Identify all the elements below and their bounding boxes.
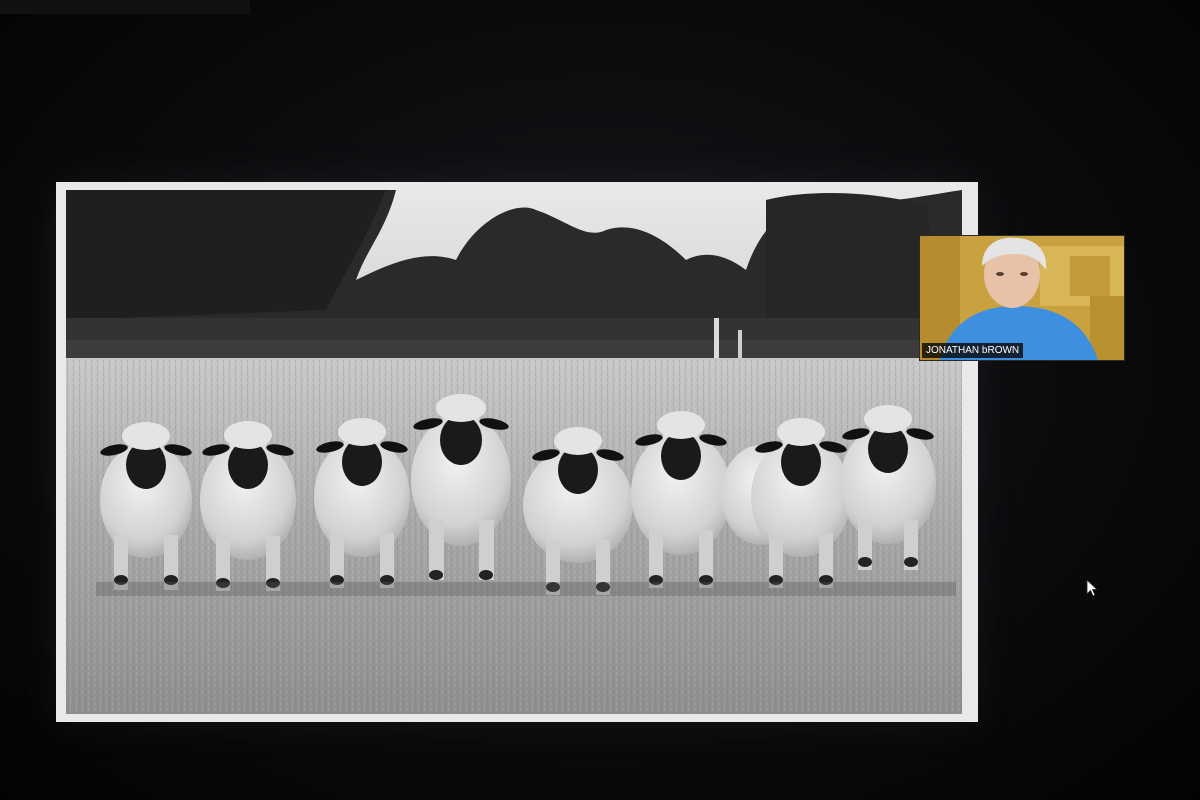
top-bar	[0, 0, 250, 14]
participant-video	[920, 236, 1124, 360]
participant-name-label: JONATHAN bROWN	[922, 343, 1024, 358]
shared-photo	[66, 190, 962, 714]
mouse-pointer-icon	[1086, 579, 1098, 597]
shared-screen	[56, 182, 978, 722]
participant-video-tile[interactable]: JONATHAN bROWN	[919, 235, 1125, 361]
meeting-window: JONATHAN bROWN	[0, 0, 1200, 800]
